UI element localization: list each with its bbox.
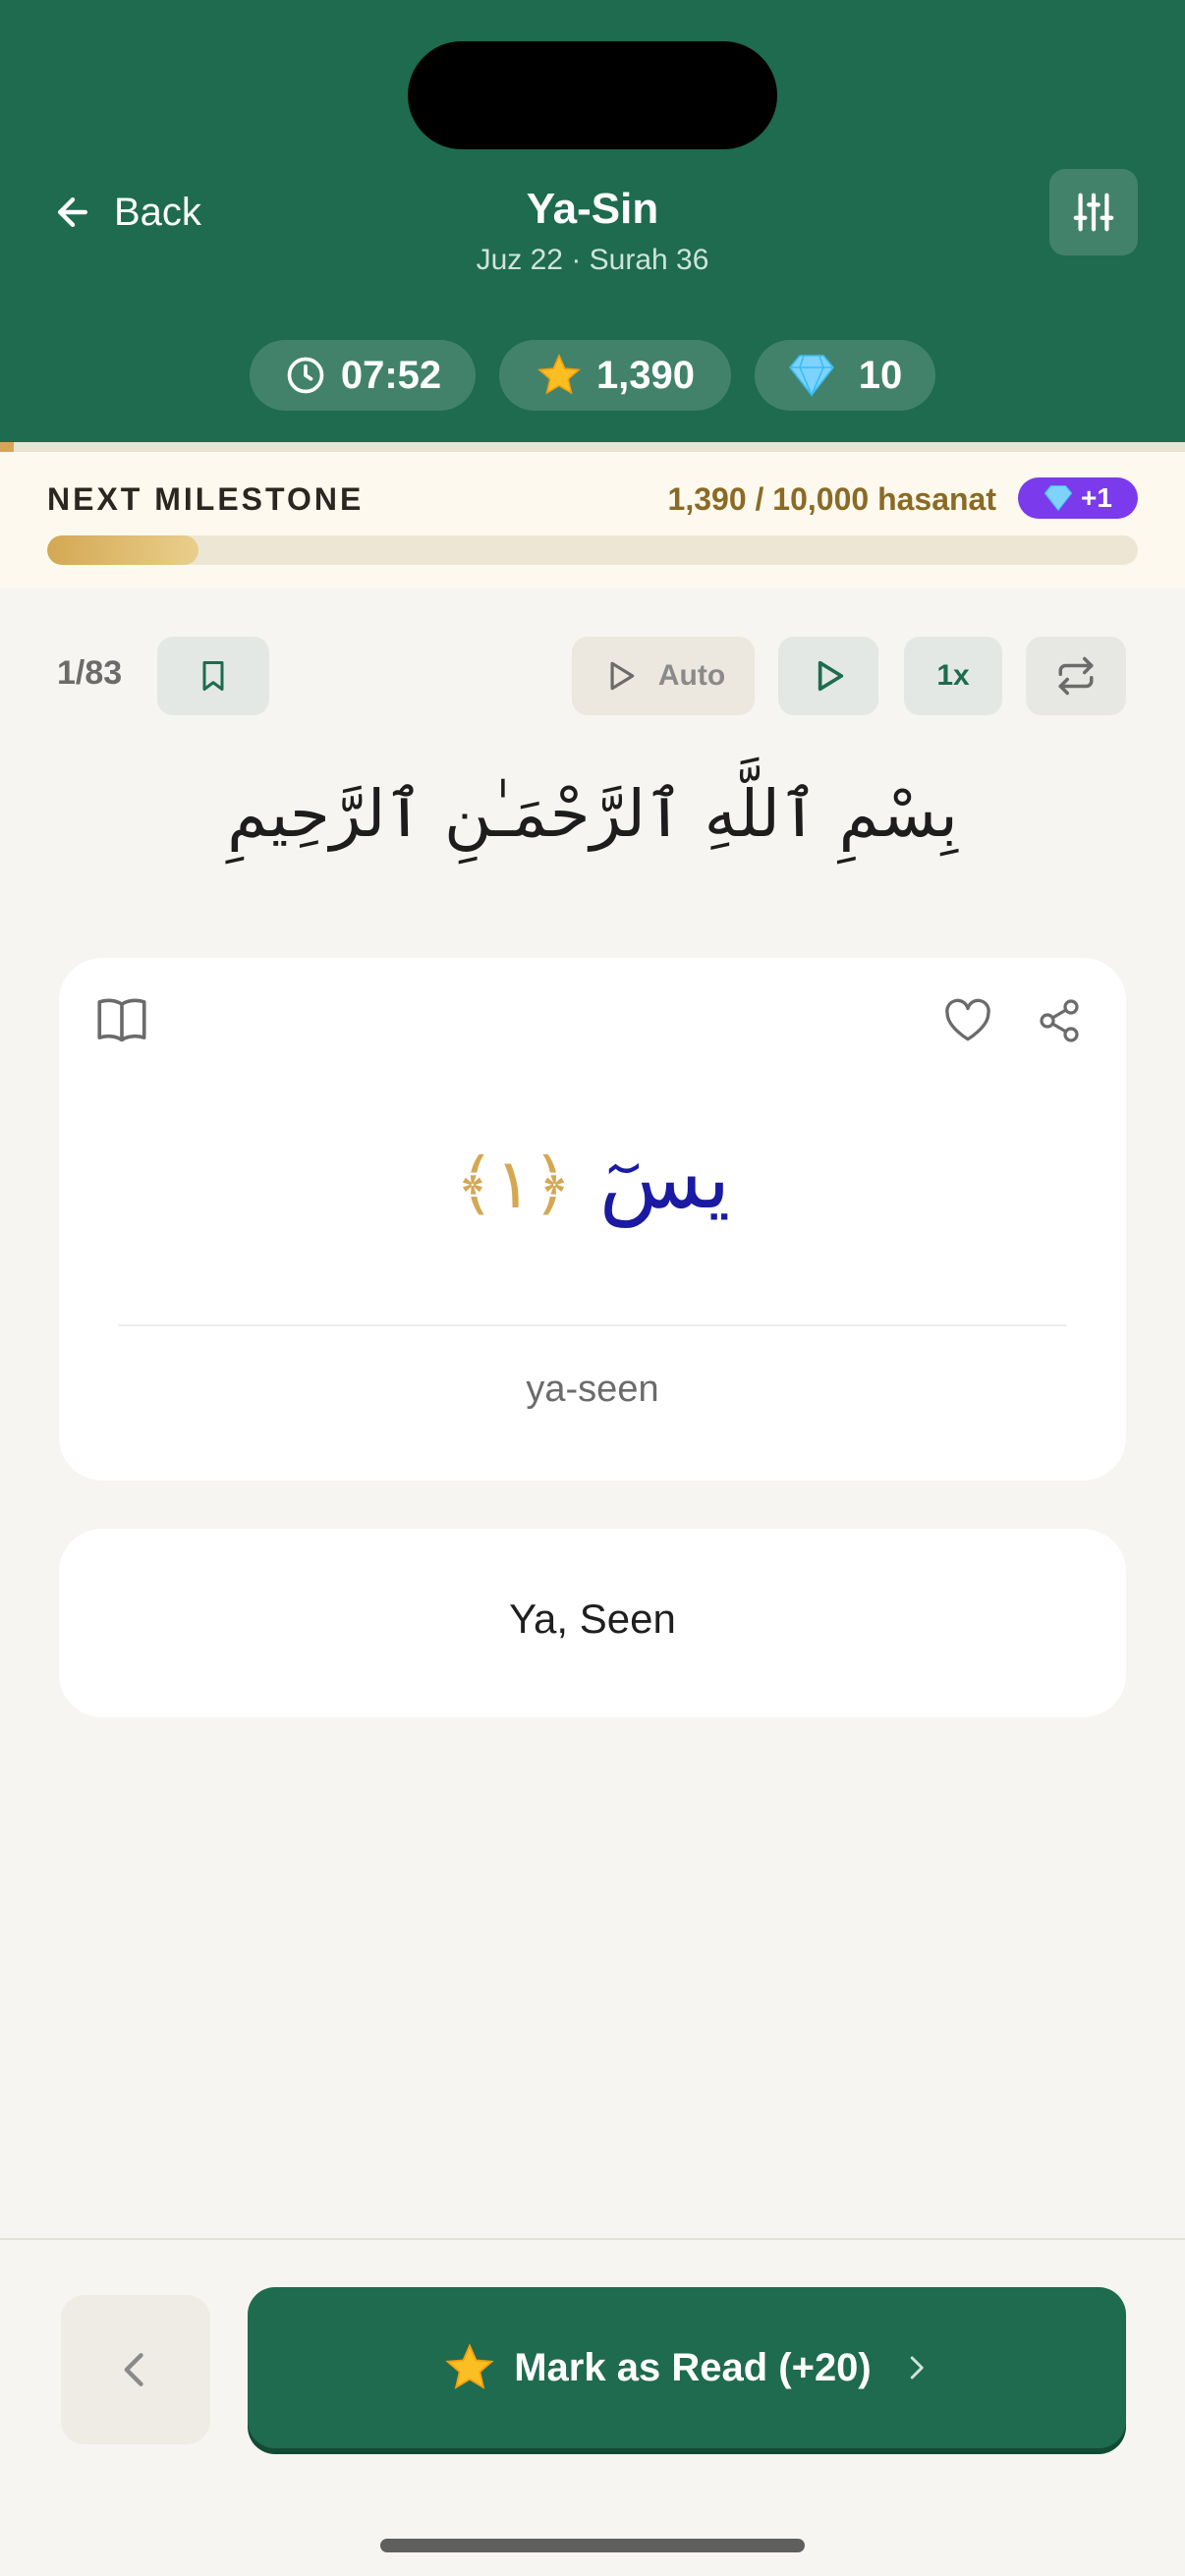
session-progress-line	[0, 442, 1185, 452]
header: Back Ya-Sin Juz 22 · Surah 36 07:52 1,39…	[0, 0, 1185, 442]
timer-value: 07:52	[340, 353, 442, 397]
milestone-badge-value: +1	[1081, 482, 1112, 513]
speed-button[interactable]: 1x	[904, 637, 1002, 715]
page-subtitle: Juz 22 · Surah 36	[476, 244, 709, 276]
verse-arabic: يسٓ	[598, 1130, 731, 1228]
verse-transliteration: ya-seen	[526, 1369, 659, 1410]
share-button[interactable]	[1036, 997, 1083, 1049]
footer-divider	[0, 2238, 1185, 2240]
stars-value: 1,390	[595, 353, 696, 397]
milestone-banner: NEXT MILESTONE 1,390 / 10,000 hasanat +1	[0, 452, 1185, 588]
translation-card: Ya, Seen	[59, 1529, 1126, 1717]
verse-translation: Ya, Seen	[509, 1596, 676, 1642]
home-indicator	[380, 2539, 805, 2552]
milestone-badge: +1	[1018, 477, 1138, 519]
clock-icon	[287, 357, 324, 394]
settings-button[interactable]	[1049, 169, 1138, 255]
gem-icon	[1044, 485, 1073, 512]
auto-label: Auto	[657, 659, 726, 692]
favorite-button[interactable]	[943, 997, 992, 1049]
timer-stat: 07:52	[250, 340, 476, 411]
play-button[interactable]	[778, 637, 878, 715]
mark-as-read-button[interactable]: Mark as Read (+20)	[248, 2287, 1126, 2448]
milestone-progress-bar	[47, 535, 1138, 565]
bismillah: بِسْمِ ٱللَّهِ ٱلرَّحْمَـٰنِ ٱلرَّحِيمِ	[227, 776, 958, 852]
mark-as-read-label: Mark as Read (+20)	[514, 2345, 872, 2389]
verse-number-ornament: ﴿١﴾	[454, 1144, 573, 1224]
heart-icon	[945, 998, 990, 1041]
speed-label: 1x	[936, 659, 970, 692]
verse-arabic-line: يسٓ ﴿١﴾	[59, 1130, 1126, 1228]
verse-counter: 1/83	[57, 654, 123, 692]
bookmark-button[interactable]	[157, 637, 269, 715]
page-title: Ya-Sin	[526, 185, 659, 233]
chevron-right-icon	[910, 2356, 924, 2380]
sliders-icon	[1073, 193, 1114, 232]
auto-play-button[interactable]: Auto	[572, 637, 755, 715]
share-icon	[1040, 999, 1079, 1042]
bookmark-icon	[202, 661, 224, 691]
stars-stat: 1,390	[499, 340, 731, 411]
milestone-value: 1,390 / 10,000 hasanat	[667, 481, 996, 517]
repeat-button[interactable]	[1026, 637, 1126, 715]
play-icon	[818, 660, 844, 692]
gems-stat: 10	[755, 340, 935, 411]
verse-card: يسٓ ﴿١﴾ ya-seen	[59, 958, 1126, 1481]
divider	[118, 1324, 1067, 1326]
previous-verse-button[interactable]	[61, 2295, 210, 2444]
repeat-icon	[1058, 656, 1094, 696]
gems-value: 10	[858, 353, 903, 397]
tafsir-button[interactable]	[94, 995, 149, 1049]
milestone-progress-fill	[47, 535, 199, 565]
star-icon	[445, 2343, 494, 2389]
milestone-label: NEXT MILESTONE	[47, 481, 365, 517]
play-outline-icon	[610, 661, 635, 691]
book-open-icon	[97, 998, 146, 1042]
dynamic-island	[408, 41, 777, 149]
gem-icon	[788, 355, 834, 397]
star-icon	[536, 354, 581, 395]
chevron-left-icon	[124, 2353, 143, 2386]
